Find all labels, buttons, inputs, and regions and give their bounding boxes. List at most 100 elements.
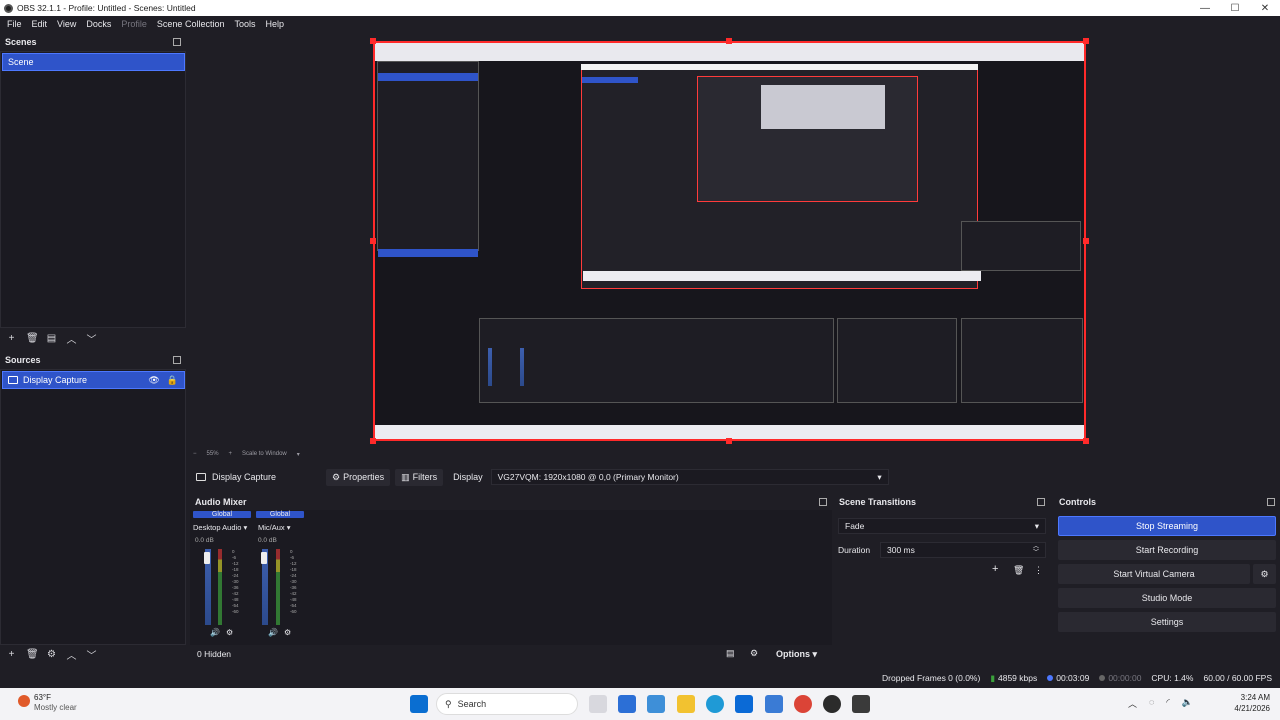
remove-transition-icon[interactable]: 🗑	[1013, 565, 1024, 576]
channel-name[interactable]: Desktop Audio ▾	[193, 523, 247, 532]
more-options-icon[interactable]: ⋮	[1034, 565, 1043, 576]
resize-handle[interactable]	[726, 438, 732, 444]
windows-start-icon[interactable]	[410, 695, 428, 713]
add-transition-icon[interactable]: +	[992, 563, 998, 575]
speaker-icon[interactable]: 🔊	[268, 628, 278, 637]
float-dock-icon[interactable]	[173, 356, 181, 364]
weather-icon[interactable]	[18, 695, 30, 707]
remove-source-icon[interactable]: 🗑	[26, 649, 39, 660]
add-source-icon[interactable]: +	[6, 649, 17, 660]
app-icon[interactable]	[618, 695, 636, 713]
lock-icon[interactable]: 🔒	[167, 375, 178, 386]
channel-settings-icon[interactable]: ⚙	[226, 628, 233, 637]
display-select[interactable]: VG27VQM: 1920x1080 @ 0,0 (Primary Monito…	[490, 469, 889, 485]
menu-scene-collection[interactable]: Scene Collection	[152, 19, 230, 29]
app-icon[interactable]	[852, 695, 870, 713]
zoom-out-icon[interactable]: −	[193, 451, 197, 457]
menu-edit[interactable]: Edit	[27, 19, 53, 29]
file-explorer-icon[interactable]	[677, 695, 695, 713]
minimize-icon[interactable]: —	[1190, 3, 1220, 14]
chrome-browser-icon[interactable]	[794, 695, 812, 713]
resize-handle[interactable]	[726, 38, 732, 44]
float-dock-icon[interactable]	[819, 498, 827, 506]
channel-settings-icon[interactable]: ⚙	[284, 628, 291, 637]
scenes-toolbar: + 🗑 ▤ ︿ ﹀	[0, 330, 97, 346]
properties-button[interactable]: ⚙ Properties	[326, 468, 391, 486]
taskbar-search[interactable]: ⚲ Search	[436, 693, 578, 715]
scene-filters-icon[interactable]: ▤	[46, 333, 57, 344]
scale-mode[interactable]: Scale to Window	[242, 451, 287, 457]
volume-fader[interactable]	[261, 552, 267, 564]
resize-handle[interactable]	[1083, 38, 1089, 44]
clock[interactable]: 3:24 AM 4/21/2026	[1228, 692, 1270, 714]
move-up-icon[interactable]: ︿	[66, 331, 77, 346]
spin-arrows-icon[interactable]: ︿ ﹀	[1033, 544, 1039, 556]
menu-view[interactable]: View	[52, 19, 81, 29]
add-scene-icon[interactable]: +	[6, 333, 17, 344]
studio-mode-button[interactable]: Studio Mode	[1058, 588, 1276, 608]
duration-spinbox[interactable]: 300 ms ︿ ﹀	[880, 542, 1046, 558]
float-dock-icon[interactable]	[1267, 498, 1275, 506]
resize-handle[interactable]	[370, 38, 376, 44]
float-dock-icon[interactable]	[173, 38, 181, 46]
close-icon[interactable]: ✕	[1250, 3, 1280, 14]
chevron-down-icon: ▾	[877, 471, 882, 482]
menu-tools[interactable]: Tools	[229, 19, 260, 29]
remove-scene-icon[interactable]: 🗑	[26, 333, 39, 344]
wifi-icon[interactable]: ◜	[1166, 697, 1170, 710]
zoom-in-icon[interactable]: +	[229, 451, 233, 457]
resize-handle[interactable]	[370, 438, 376, 444]
title-bar: OBS 32.1.1 - Profile: Untitled - Scenes:…	[0, 0, 1280, 16]
start-virtual-camera-button[interactable]: Start Virtual Camera	[1058, 564, 1250, 584]
menu-help[interactable]: Help	[260, 19, 289, 29]
chevron-down-icon[interactable]: ▾	[297, 451, 300, 458]
resize-handle[interactable]	[370, 238, 376, 244]
app-icon[interactable]	[765, 695, 783, 713]
volume-icon[interactable]: 🔈	[1182, 697, 1193, 710]
weather-widget[interactable]: 63°F Mostly clear	[34, 693, 77, 713]
move-up-icon[interactable]: ︿	[66, 647, 77, 662]
resize-handle[interactable]	[1083, 438, 1089, 444]
obs-icon[interactable]	[823, 695, 841, 713]
stop-streaming-button[interactable]: Stop Streaming	[1058, 516, 1276, 536]
sources-toolbar: + 🗑 ⚙ ︿ ﹀	[0, 646, 97, 662]
clock-time: 3:24 AM	[1240, 693, 1270, 702]
move-down-icon[interactable]: ﹀	[86, 331, 97, 346]
source-item[interactable]: Display Capture 👁 🔒	[2, 371, 185, 389]
advanced-audio-icon[interactable]: ⚙	[750, 648, 758, 659]
app-icon[interactable]	[735, 695, 753, 713]
channel-name[interactable]: Mic/Aux ▾	[258, 523, 291, 532]
settings-button[interactable]: Settings	[1058, 612, 1276, 632]
transition-select[interactable]: Fade ▾	[838, 518, 1046, 534]
weather-desc: Mostly clear	[34, 703, 77, 712]
app-icon[interactable]	[647, 695, 665, 713]
maximize-icon[interactable]: ☐	[1220, 3, 1250, 14]
scene-transitions-title: Scene Transitions	[839, 497, 917, 507]
start-recording-button[interactable]: Start Recording	[1058, 540, 1276, 560]
filters-button[interactable]: ▥ Filters	[395, 468, 444, 486]
visibility-eye-icon[interactable]: 👁	[148, 375, 159, 386]
source-properties-icon[interactable]: ⚙	[46, 649, 57, 660]
network-icon[interactable]: ◌	[1149, 697, 1154, 710]
menu-docks[interactable]: Docks	[81, 19, 116, 29]
mixer-layout-icon[interactable]: ▤	[726, 648, 735, 659]
mixer-options-button[interactable]: Options ▾	[776, 649, 817, 660]
virtual-camera-settings-icon[interactable]: ⚙	[1253, 564, 1276, 584]
task-view-icon[interactable]	[589, 695, 607, 713]
chevron-up-icon[interactable]: ︿	[1128, 697, 1137, 710]
system-tray: ︿ ◌ ◜ 🔈	[1128, 697, 1193, 710]
preview-display-capture[interactable]	[373, 41, 1086, 441]
channel-db: 0.0 dB	[195, 537, 214, 544]
speaker-icon[interactable]: 🔊	[210, 628, 220, 637]
volume-fader[interactable]	[204, 552, 210, 564]
move-down-icon[interactable]: ﹀	[86, 647, 97, 662]
edge-browser-icon[interactable]	[706, 695, 724, 713]
options-label: Options	[776, 649, 810, 659]
scene-item[interactable]: Scene	[2, 53, 185, 71]
float-dock-icon[interactable]	[1037, 498, 1045, 506]
volume-meter	[276, 549, 280, 625]
sources-list	[0, 369, 186, 645]
menu-profile[interactable]: Profile	[116, 19, 152, 29]
resize-handle[interactable]	[1083, 238, 1089, 244]
menu-file[interactable]: File	[2, 19, 27, 29]
